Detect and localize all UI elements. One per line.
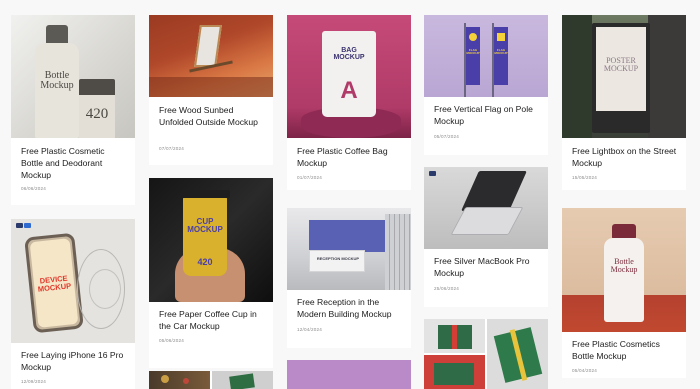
card-title[interactable]: Free Plastic Coffee Bag Mockup [297,145,402,169]
mockup-card[interactable]: DEVICE MOCKUP Free Laying iPhone 16 Pro … [11,219,135,389]
card-date: 01/07/2024 [297,175,322,180]
card-date: 15/05/2024 [572,175,597,180]
macbook-base-image [450,207,524,235]
card-thumbnail[interactable] [424,355,485,389]
card-thumbnail[interactable] [424,319,485,353]
card-thumbnail[interactable]: FLAG MOCKUP FLAG MOCKUP [424,15,548,97]
badge-icon [429,171,436,176]
card-title[interactable]: Free Plastic Cosmetic Bottle and Deodora… [21,145,126,181]
mockup-card[interactable]: RECEPTION MOCKUP Free Reception in the M… [287,208,411,348]
mockup-card[interactable]: Free Wood Sunbed Unfolded Outside Mockup… [149,15,273,165]
card-title[interactable]: Free Vertical Flag on Pole Mockup [434,103,542,127]
card-title[interactable]: Free Reception in the Modern Building Mo… [297,296,405,320]
card-date: 12/09/2024 [21,379,46,384]
macbook-screen-image [461,171,527,211]
card-thumbnail[interactable] [212,371,273,389]
card-title[interactable]: Free Wood Sunbed Unfolded Outside Mockup [159,104,259,128]
card-thumbnail[interactable]: POSTER MOCKUP [562,15,686,138]
card-thumbnail[interactable]: CUP MOCKUP 420 [149,178,273,302]
card-date: 12/04/2024 [297,327,322,332]
cup-image: CUP MOCKUP 420 [180,190,230,276]
card-thumbnail[interactable]: Bottle Mockup [562,208,686,332]
card-date: 06/06/2024 [21,186,46,191]
card-thumbnail[interactable] [149,15,273,97]
card-thumbnail[interactable]: DEVICE MOCKUP [11,219,135,343]
badge-icon [24,223,31,228]
earphones-image [89,269,121,309]
card-title[interactable]: Free Lightbox on the Street Mockup [572,145,677,169]
poster-label: POSTER MOCKUP [603,56,639,73]
card-thumbnail[interactable] [287,360,411,389]
card-title[interactable]: Free Paper Coffee Cup in the Car Mockup [159,308,267,332]
card-date: 25/06/2024 [434,286,459,291]
mockup-card[interactable] [149,371,273,389]
card-thumbnail[interactable] [149,371,210,389]
cup-label: CUP MOCKUP [187,217,223,234]
lightbox-image: POSTER MOCKUP [592,23,650,133]
mockup-card[interactable] [287,360,411,389]
flag-label: FLAG MOCKUP [494,48,508,55]
coffee-bag-image: BAG MOCKUP A [322,31,376,117]
bag-letter: A [340,77,358,104]
reception-wall-image [309,220,385,252]
flag-image: FLAG MOCKUP [466,27,480,85]
deodorant-image: 420 [79,79,115,138]
card-thumbnail[interactable] [424,167,548,249]
bottle-image: Bottle Mockup [35,25,79,138]
mockup-card[interactable]: POSTER MOCKUP Free Lightbox on the Stree… [562,15,686,190]
badge-icon [16,223,23,228]
bag-label: BAG MOCKUP [333,47,365,61]
card-thumbnail[interactable]: Bottle Mockup 420 [11,15,135,138]
card-thumbnail[interactable]: RECEPTION MOCKUP [287,208,411,290]
bottle-label: Bottle Mockup [40,70,74,91]
mockup-card[interactable] [424,319,548,389]
phone-image: DEVICE MOCKUP [24,232,84,334]
flag-image: FLAG MOCKUP [494,27,508,85]
bottle-label: Bottle Mockup [610,257,638,274]
reception-desk-image: RECEPTION MOCKUP [309,250,365,272]
card-title[interactable]: Free Laying iPhone 16 Pro Mockup [21,349,126,373]
mockup-card[interactable]: Bottle Mockup Free Plastic Cosmetics Bot… [562,208,686,378]
flag-label: FLAG MOCKUP [466,48,480,55]
mockup-card[interactable]: Bottle Mockup 420 Free Plastic Cosmetic … [11,15,135,205]
sunbed-image [194,25,222,67]
reception-label: RECEPTION MOCKUP [316,256,360,261]
mockup-card[interactable]: BAG MOCKUP A Free Plastic Coffee Bag Moc… [287,15,411,190]
mockup-card[interactable]: Free Silver MacBook Pro Mockup 25/06/202… [424,167,548,307]
card-thumbnail[interactable]: BAG MOCKUP A [287,15,411,138]
card-title[interactable]: Free Plastic Cosmetics Bottle Mockup [572,338,682,362]
cup-number: 420 [197,257,213,267]
card-thumbnail[interactable] [487,319,548,389]
cosmetic-bottle-image: Bottle Mockup [604,224,644,322]
card-date: 05/06/2024 [159,338,184,343]
deodorant-number: 420 [85,106,109,122]
mockup-card[interactable]: CUP MOCKUP 420 Free Paper Coffee Cup in … [149,178,273,368]
card-date: 07/07/2024 [159,146,184,151]
card-date: 05/07/2024 [434,134,459,139]
card-date: 05/04/2024 [572,368,597,373]
mockup-card[interactable]: FLAG MOCKUP FLAG MOCKUP Free Vertical Fl… [424,15,548,155]
card-title[interactable]: Free Silver MacBook Pro Mockup [434,255,542,279]
